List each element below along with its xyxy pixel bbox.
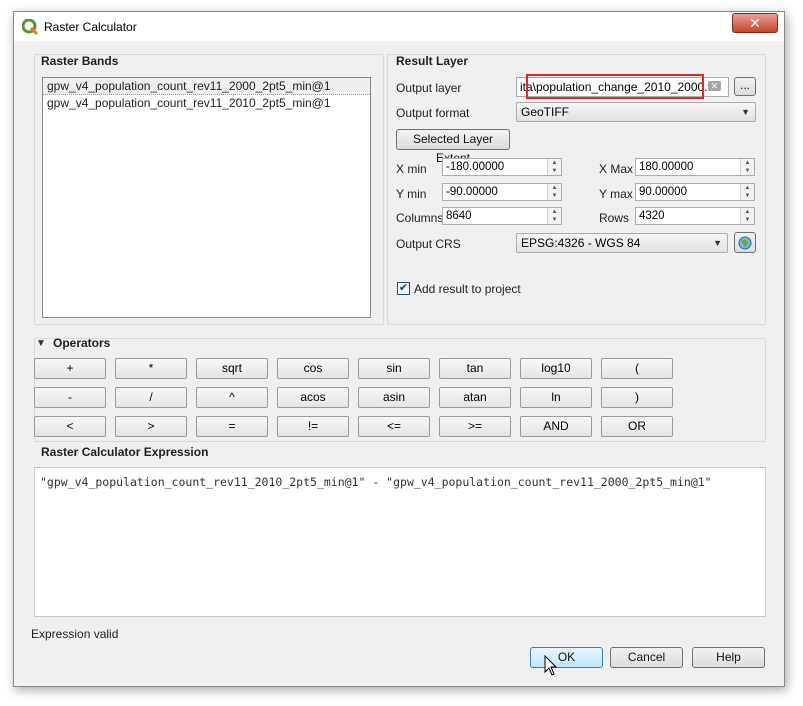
rows-label: Rows xyxy=(599,211,630,225)
ymax-spinbox[interactable]: 90.00000 ▲ ▼ xyxy=(635,183,755,201)
raster-band-item[interactable]: gpw_v4_population_count_rev11_2010_2pt5_… xyxy=(43,95,370,112)
ymin-value: -90.00000 xyxy=(446,186,498,198)
operator-button[interactable]: OR xyxy=(601,416,673,437)
xmin-spinbox[interactable]: -180.00000 ▲ ▼ xyxy=(442,158,562,176)
operator-button[interactable]: + xyxy=(34,358,106,379)
window-title: Raster Calculator xyxy=(44,20,137,34)
spin-arrows-icon[interactable]: ▲ ▼ xyxy=(547,159,561,175)
chevron-down-icon: ▼ xyxy=(713,238,722,248)
output-format-label: Output format xyxy=(396,106,470,120)
close-button[interactable]: ✕ xyxy=(732,13,778,33)
operator-button[interactable]: * xyxy=(115,358,187,379)
status-text: Expression valid xyxy=(31,627,119,641)
spin-arrows-icon[interactable]: ▲ ▼ xyxy=(547,184,561,200)
output-crs-label: Output CRS xyxy=(396,237,461,251)
xmax-spinbox[interactable]: 180.00000 ▲ ▼ xyxy=(635,158,755,176)
rows-value: 4320 xyxy=(639,210,665,222)
operator-button[interactable]: = xyxy=(196,416,268,437)
operator-button[interactable]: != xyxy=(277,416,349,437)
help-button[interactable]: Help xyxy=(692,647,765,668)
operator-button[interactable]: - xyxy=(34,387,106,408)
operator-button[interactable]: sin xyxy=(358,358,430,379)
operator-button[interactable]: ) xyxy=(601,387,673,408)
operator-button[interactable]: >= xyxy=(439,416,511,437)
browse-output-button[interactable]: ... xyxy=(734,77,756,96)
operator-button[interactable]: log10 xyxy=(520,358,592,379)
raster-band-item[interactable]: gpw_v4_population_count_rev11_2000_2pt5_… xyxy=(43,78,370,95)
operator-button[interactable]: asin xyxy=(358,387,430,408)
raster-calculator-dialog: Raster Calculator ✕ Raster Bands gpw_v4_… xyxy=(13,11,785,687)
ymin-spinbox[interactable]: -90.00000 ▲ ▼ xyxy=(442,183,562,201)
output-crs-select[interactable]: EPSG:4326 - WGS 84 ▼ xyxy=(516,233,728,253)
add-result-checkbox[interactable]: ✔ xyxy=(397,282,410,295)
result-layer-title: Result Layer xyxy=(396,54,469,68)
columns-value: 8640 xyxy=(446,210,472,222)
output-layer-label: Output layer xyxy=(396,81,462,95)
chevron-down-icon: ▼ xyxy=(741,107,750,117)
cancel-button[interactable]: Cancel xyxy=(610,647,683,668)
ok-button[interactable]: OK xyxy=(530,647,603,668)
xmax-label: X Max xyxy=(599,162,634,176)
ymax-label: Y max xyxy=(599,187,633,201)
operator-button[interactable]: cos xyxy=(277,358,349,379)
title-bar: Raster Calculator ✕ xyxy=(14,12,784,41)
spin-arrows-icon[interactable]: ▲ ▼ xyxy=(547,208,561,224)
collapse-arrow-icon[interactable]: ▼ xyxy=(36,338,46,349)
mouse-cursor-icon xyxy=(544,655,558,676)
raster-bands-list[interactable]: gpw_v4_population_count_rev11_2000_2pt5_… xyxy=(42,77,371,318)
raster-bands-title: Raster Bands xyxy=(41,54,119,68)
operator-button[interactable]: tan xyxy=(439,358,511,379)
xmin-label: X min xyxy=(396,162,427,176)
xmin-value: -180.00000 xyxy=(446,161,505,173)
output-format-value: GeoTIFF xyxy=(521,105,570,119)
ymin-label: Y min xyxy=(396,187,427,201)
operator-button[interactable]: > xyxy=(115,416,187,437)
operator-button[interactable]: ( xyxy=(601,358,673,379)
highlight-box xyxy=(526,74,704,99)
operator-button[interactable]: <= xyxy=(358,416,430,437)
spin-arrows-icon[interactable]: ▲ ▼ xyxy=(740,159,754,175)
qgis-logo-icon xyxy=(22,19,38,35)
spin-arrows-icon[interactable]: ▲ ▼ xyxy=(740,208,754,224)
operator-button[interactable]: AND xyxy=(520,416,592,437)
add-result-label: Add result to project xyxy=(414,282,521,296)
operator-button[interactable]: < xyxy=(34,416,106,437)
xmax-value: 180.00000 xyxy=(639,161,694,173)
ymax-value: 90.00000 xyxy=(639,186,687,198)
columns-spinbox[interactable]: 8640 ▲ ▼ xyxy=(442,207,562,225)
clear-field-icon[interactable]: ✕ xyxy=(708,81,721,91)
operator-button[interactable]: atan xyxy=(439,387,511,408)
operator-button[interactable]: / xyxy=(115,387,187,408)
operator-button[interactable]: ln xyxy=(520,387,592,408)
output-crs-value: EPSG:4326 - WGS 84 xyxy=(521,236,641,250)
operator-button[interactable]: acos xyxy=(277,387,349,408)
operator-button[interactable]: ^ xyxy=(196,387,268,408)
expression-text: "gpw_v4_population_count_rev11_2010_2pt5… xyxy=(40,475,712,489)
expression-title: Raster Calculator Expression xyxy=(41,445,209,459)
expression-editor[interactable]: "gpw_v4_population_count_rev11_2010_2pt5… xyxy=(34,467,766,617)
columns-label: Columns xyxy=(396,211,444,225)
rows-spinbox[interactable]: 4320 ▲ ▼ xyxy=(635,207,755,225)
globe-icon xyxy=(738,236,752,250)
output-format-select[interactable]: GeoTIFF ▼ xyxy=(516,102,756,122)
selected-layer-extent-button[interactable]: Selected Layer Extent xyxy=(396,129,510,165)
select-crs-button[interactable] xyxy=(734,232,756,253)
spin-arrows-icon[interactable]: ▲ ▼ xyxy=(740,184,754,200)
operators-title[interactable]: Operators xyxy=(53,336,110,350)
operator-button[interactable]: sqrt xyxy=(196,358,268,379)
